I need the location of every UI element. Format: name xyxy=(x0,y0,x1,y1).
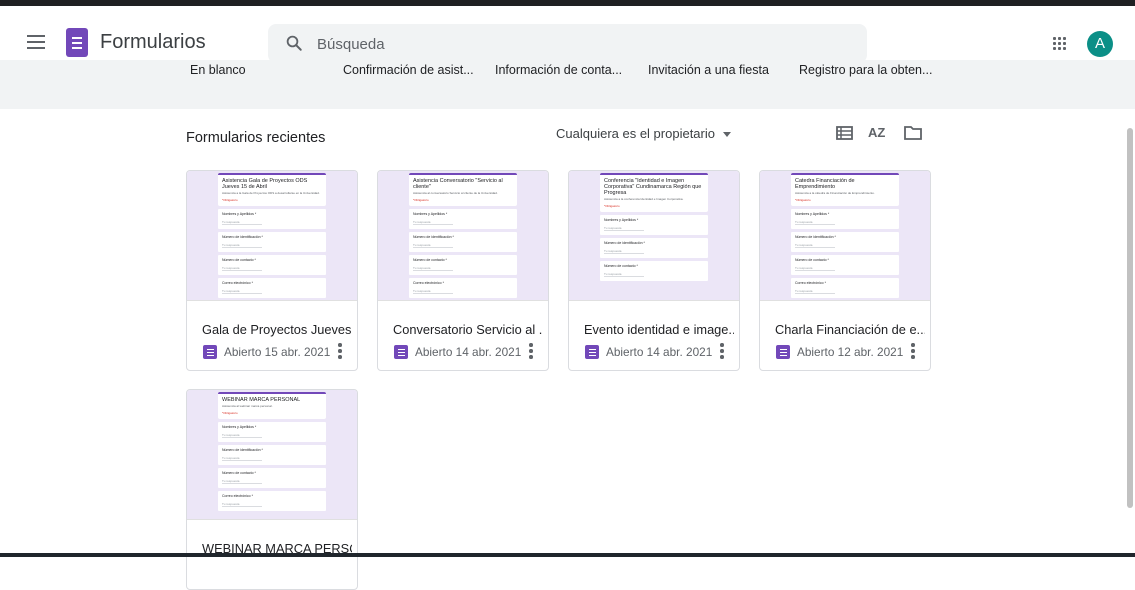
form-file-icon xyxy=(394,345,408,359)
form-opened-date: Abierto 14 abr. 2021 xyxy=(606,345,713,359)
thumb-question: Nombres y Apellidos * Tu respuesta xyxy=(218,208,326,229)
vertical-scrollbar[interactable] xyxy=(1127,128,1133,508)
search-input[interactable] xyxy=(315,24,839,65)
owner-filter-label: Cualquiera es el propietario xyxy=(556,126,715,141)
search-icon[interactable] xyxy=(285,34,303,52)
thumb-question: Número de identificación * Tu respuesta xyxy=(791,231,899,252)
template-registration[interactable]: Registro para la obten... xyxy=(799,63,932,77)
recent-forms-heading: Formularios recientes xyxy=(186,130,326,146)
form-file-icon xyxy=(776,345,790,359)
caret-down-icon xyxy=(722,132,731,138)
form-card[interactable]: Catedra Financiación de Emprendimiento A… xyxy=(759,170,931,371)
form-card[interactable]: Asistencia Gala de Proyectos ODS Jueves … xyxy=(186,170,358,371)
form-card[interactable]: Asistencia Conversatorio "Servicio al cl… xyxy=(377,170,549,371)
thumb-question: Número de contacto * Tu respuesta xyxy=(409,254,517,275)
account-avatar[interactable]: A xyxy=(1087,31,1113,57)
form-preview: WEBINAR MARCA PERSONAL Asistencia al web… xyxy=(218,392,326,519)
form-file-icon xyxy=(203,345,217,359)
thumb-question: Nombres y Apellidos * Tu respuesta xyxy=(600,214,708,235)
hamburger-menu-icon[interactable] xyxy=(27,35,45,49)
thumb-question: Número de identificación * Tu respuesta xyxy=(218,231,326,252)
form-opened-date: Abierto 12 abr. 2021 xyxy=(797,345,904,359)
taskbar-edge xyxy=(0,553,1135,557)
thumb-question: Número de identificación * Tu respuesta xyxy=(409,231,517,252)
thumb-question: Nombres y Apellidos * Tu respuesta xyxy=(791,208,899,229)
form-title[interactable]: Evento identidad e image... xyxy=(584,322,734,337)
form-opened-date: Abierto 14 abr. 2021 xyxy=(415,345,522,359)
more-options-icon[interactable] xyxy=(528,343,534,359)
more-options-icon[interactable] xyxy=(910,343,916,359)
app-header: Formularios A xyxy=(0,6,1135,68)
form-card[interactable]: WEBINAR MARCA PERSONAL Asistencia al web… xyxy=(186,389,358,590)
template-party-invite[interactable]: Invitación a una fiesta xyxy=(648,63,769,77)
apps-grid-icon[interactable] xyxy=(1053,37,1067,51)
form-thumbnail[interactable]: Catedra Financiación de Emprendimiento A… xyxy=(760,171,930,301)
form-thumbnail[interactable]: Asistencia Conversatorio "Servicio al cl… xyxy=(378,171,548,301)
form-opened-date: Abierto 15 abr. 2021 xyxy=(224,345,331,359)
owner-filter-dropdown[interactable]: Cualquiera es el propietario xyxy=(556,126,731,141)
folder-icon[interactable] xyxy=(903,124,923,142)
form-preview: Asistencia Conversatorio "Servicio al cl… xyxy=(409,173,517,300)
thumb-question: Número de contacto * Tu respuesta xyxy=(218,254,326,275)
form-thumbnail[interactable]: Asistencia Gala de Proyectos ODS Jueves … xyxy=(187,171,357,301)
sort-az-icon[interactable]: AZ xyxy=(868,124,888,142)
template-contact-info[interactable]: Información de conta... xyxy=(495,63,622,77)
thumb-question: Correo electrónico * Tu respuesta xyxy=(409,277,517,298)
template-event-confirmation[interactable]: Confirmación de asist... xyxy=(343,63,474,77)
thumb-question: Nombres y Apellidos * Tu respuesta xyxy=(218,421,326,442)
thumb-question: Número de contacto * Tu respuesta xyxy=(218,467,326,488)
template-gallery: En blanco Confirmación de asist... Infor… xyxy=(0,60,1135,109)
form-thumbnail[interactable]: WEBINAR MARCA PERSONAL Asistencia al web… xyxy=(187,390,357,520)
template-blank[interactable]: En blanco xyxy=(190,63,246,77)
form-thumbnail[interactable]: Conferencia "Identidad e Imagen Corporat… xyxy=(569,171,739,301)
thumb-question: Número de contacto * Tu respuesta xyxy=(791,254,899,275)
thumb-question: Correo electrónico * Tu respuesta xyxy=(218,277,326,298)
thumb-question: Número de identificación * Tu respuesta xyxy=(600,237,708,258)
thumb-question: Correo electrónico * Tu respuesta xyxy=(791,277,899,298)
thumb-question: Número de identificación * Tu respuesta xyxy=(218,444,326,465)
form-title[interactable]: Conversatorio Servicio al ... xyxy=(393,322,543,337)
thumb-question: Correo electrónico * Tu respuesta xyxy=(218,490,326,511)
form-file-icon xyxy=(585,345,599,359)
forms-logo-icon[interactable] xyxy=(66,28,88,57)
more-options-icon[interactable] xyxy=(337,343,343,359)
thumb-question: Nombres y Apellidos * Tu respuesta xyxy=(409,208,517,229)
form-preview: Conferencia "Identidad e Imagen Corporat… xyxy=(600,173,708,300)
list-view-icon[interactable] xyxy=(835,124,855,142)
form-card[interactable]: Conferencia "Identidad e Imagen Corporat… xyxy=(568,170,740,371)
thumb-question: Número de contacto * Tu respuesta xyxy=(600,260,708,281)
form-title[interactable]: Gala de Proyectos Jueves... xyxy=(202,322,352,337)
form-title[interactable]: Charla Financiación de e... xyxy=(775,322,925,337)
form-preview: Asistencia Gala de Proyectos ODS Jueves … xyxy=(218,173,326,300)
form-preview: Catedra Financiación de Emprendimiento A… xyxy=(791,173,899,300)
search-bar[interactable] xyxy=(268,24,867,65)
more-options-icon[interactable] xyxy=(719,343,725,359)
app-title[interactable]: Formularios xyxy=(100,31,206,54)
